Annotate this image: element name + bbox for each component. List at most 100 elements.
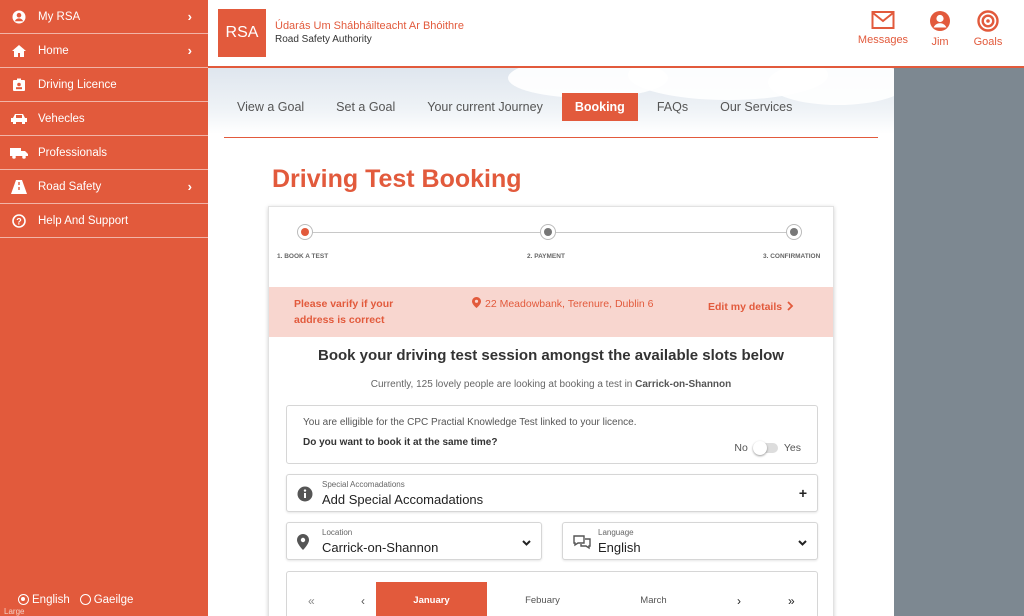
tab-current-journey[interactable]: Your current Journey (414, 93, 556, 121)
user-circle-icon (10, 10, 28, 24)
sidebar-item-professionals[interactable]: Professionals (0, 136, 208, 170)
truck-icon (10, 147, 28, 159)
verify-message: Please varify if your address is correct (294, 298, 394, 326)
plus-icon: + (798, 485, 807, 501)
tab-view-goal[interactable]: View a Goal (224, 93, 317, 121)
step-2-label: 2. PAYMENT (527, 253, 565, 260)
tab-booking[interactable]: Booking (561, 93, 638, 121)
prev-month-icon[interactable]: ‹ (361, 594, 365, 608)
sidebar-item-label: Professionals (38, 146, 108, 159)
step-3-dot (786, 224, 802, 240)
sidebar-item-label: Vehecles (38, 112, 85, 125)
nav-tabs: View a Goal Set a Goal Your current Jour… (224, 93, 811, 121)
header: RSA Údarás Um Shábháilteacht Ar Bhóithre… (208, 0, 1024, 68)
language-value: English (598, 540, 641, 555)
org-name-irish: Údarás Um Shábháilteacht Ar Bhóithre (275, 20, 464, 32)
goals-button[interactable]: Goals (958, 10, 1018, 48)
road-icon (10, 179, 28, 194)
special-accommodations-field[interactable]: Special Accomadations Add Special Accoma… (286, 474, 818, 512)
step-1-label: 1. BOOK A TEST (277, 253, 329, 260)
toggle-no-label: No (734, 442, 748, 454)
sidebar-item-home[interactable]: Home › (0, 34, 208, 68)
sidebar-item-label: Driving Licence (38, 78, 117, 91)
sidebar-item-label: Home (38, 44, 69, 57)
booking-heading: Book your driving test session amongst t… (318, 347, 784, 364)
chevron-right-icon (787, 301, 794, 311)
sidebar-item-my-rsa[interactable]: My RSA › (0, 0, 208, 34)
first-page-icon[interactable]: « (308, 594, 315, 608)
location-value: Carrick-on-Shannon (322, 540, 439, 555)
address-text: 22 Meadowbank, Terenure, Dublin 6 (485, 298, 654, 310)
sidebar-item-label: My RSA (38, 10, 81, 23)
step-1-dot (297, 224, 313, 240)
chevron-down-icon (522, 533, 531, 549)
info-icon (297, 486, 313, 507)
target-icon (977, 10, 999, 32)
lang-english-label: English (32, 594, 70, 606)
lookers-place: Carrick-on-Shannon (635, 379, 732, 390)
month-january[interactable]: January (376, 582, 487, 616)
messages-button[interactable]: Messages (853, 10, 913, 46)
location-select[interactable]: Location Carrick-on-Shannon (286, 522, 542, 560)
address-line: 22 Meadowbank, Terenure, Dublin 6 (472, 297, 654, 310)
address-verify-banner: Please varify if your address is correct… (269, 287, 833, 337)
progress-steps: 1. BOOK A TEST 2. PAYMENT 3. CONFIRMATIO… (269, 207, 833, 287)
map-pin-icon (472, 297, 481, 308)
location-label: Location (322, 528, 353, 537)
goals-label: Goals (973, 36, 1003, 48)
month-march[interactable]: March (598, 582, 709, 616)
car-icon (10, 113, 28, 125)
tab-faqs[interactable]: FAQs (644, 93, 701, 121)
svg-text:?: ? (16, 216, 22, 226)
messages-label: Messages (857, 34, 909, 46)
booking-card: 1. BOOK A TEST 2. PAYMENT 3. CONFIRMATIO… (268, 206, 834, 616)
chat-bubbles-icon (573, 534, 591, 555)
cpc-eligible-text: You are elligible for the CPC Practial K… (303, 417, 637, 428)
edit-details-link[interactable]: Edit my details (708, 301, 794, 313)
radio-selected-icon (18, 594, 29, 606)
step-2-dot (540, 224, 556, 240)
sidebar-item-help[interactable]: ? Help And Support (0, 204, 208, 238)
sidebar-item-label: Road Safety (38, 180, 102, 193)
cpc-question-text: Do you want to book it at the same time? (303, 437, 498, 448)
page-background-panel (894, 68, 1024, 616)
sidebar-item-label: Help And Support (38, 214, 129, 227)
chevron-down-icon (798, 533, 807, 549)
lang-gaeilge-option[interactable]: Gaeilge (79, 594, 133, 606)
last-page-icon[interactable]: » (788, 594, 795, 608)
envelope-icon (871, 11, 895, 29)
sidebar-item-vehicles[interactable]: Vehecles (0, 102, 208, 136)
radio-unselected-icon (79, 594, 91, 606)
chevron-right-icon: › (187, 9, 192, 24)
cpc-toggle-group: No Yes (734, 441, 801, 455)
special-label: Special Accomadations (322, 480, 405, 489)
page-title: Driving Test Booking (272, 165, 522, 193)
chevron-right-icon: › (187, 179, 192, 194)
month-calendar: « ‹ January Febuary March › » (286, 571, 818, 616)
special-value: Add Special Accomadations (322, 492, 484, 507)
text-size-label: Large (4, 607, 25, 616)
sidebar: My RSA › Home › Driving Licence Vehecles… (0, 0, 208, 616)
user-name-label: Jim (931, 36, 949, 48)
step-3-label: 3. CONFIRMATION (763, 253, 821, 260)
lookers-prefix: Currently, 125 lovely people are looking… (370, 379, 633, 390)
chevron-right-icon: › (187, 43, 192, 58)
org-name-english: Road Safety Authority (275, 34, 372, 45)
sidebar-item-road-safety[interactable]: Road Safety › (0, 170, 208, 204)
tab-our-services[interactable]: Our Services (707, 93, 805, 121)
lookers-text: Currently, 125 lovely people are looking… (269, 379, 833, 390)
next-month-icon[interactable]: › (737, 594, 741, 608)
language-select[interactable]: Language English (562, 522, 818, 560)
help-icon: ? (10, 213, 28, 228)
lang-english-option[interactable]: English (18, 594, 70, 606)
home-icon (10, 44, 28, 58)
month-february[interactable]: Febuary (487, 582, 598, 616)
cpc-option-box: You are elligible for the CPC Practial K… (286, 405, 818, 464)
tab-set-goal[interactable]: Set a Goal (323, 93, 408, 121)
sidebar-item-driving-licence[interactable]: Driving Licence (0, 68, 208, 102)
tabs-divider (224, 137, 878, 138)
user-circle-icon (930, 11, 950, 31)
cpc-toggle[interactable] (752, 441, 778, 455)
map-pin-icon (297, 534, 309, 555)
rsa-logo[interactable]: RSA (218, 9, 266, 57)
